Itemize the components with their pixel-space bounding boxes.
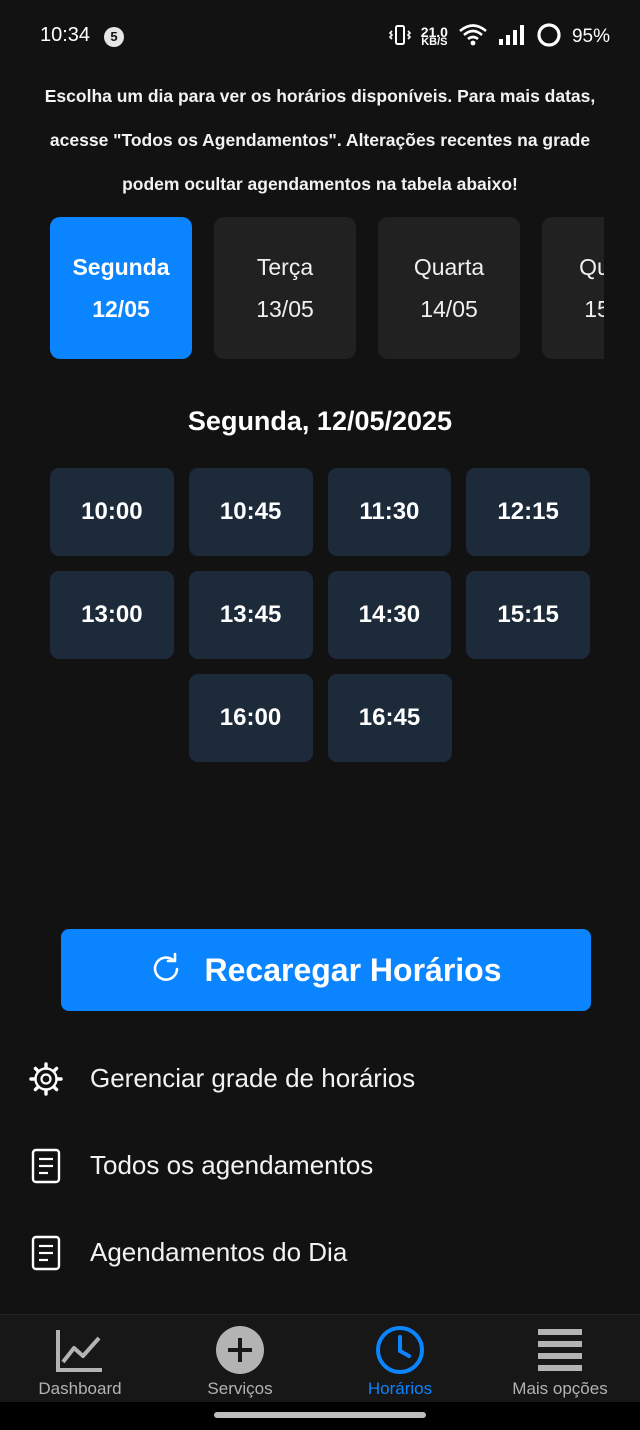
time-slot[interactable]: 13:45 [188, 571, 313, 659]
clock-icon [373, 1325, 427, 1375]
time-slot[interactable]: 12:15 [466, 468, 590, 556]
gear-icon [27, 1060, 65, 1098]
menu-item-label: Agendamentos do Dia [90, 1237, 348, 1267]
net-speed-unit: KB/S [421, 36, 448, 48]
document-icon [27, 1147, 65, 1185]
nav-item-more-options[interactable]: Mais opções [480, 1315, 640, 1403]
menu-item-label: Gerenciar grade de horários [90, 1063, 416, 1093]
menu-item-label: Todos os agendamentos [90, 1150, 374, 1180]
nav-label: Serviços [207, 1379, 273, 1398]
day-name: Terça [256, 254, 314, 280]
document-icon [27, 1234, 65, 1272]
selected-date-title: Segunda, 12/05/2025 [187, 406, 453, 436]
refresh-icon [150, 952, 182, 989]
status-icons: 21.0 KB/S 95% [388, 22, 610, 53]
plus-circle-icon [213, 1325, 267, 1375]
day-card[interactable]: Quarta 14/05 [378, 217, 520, 359]
bottom-navigation: Dashboard Serviços Horários Mais opções [0, 1314, 640, 1403]
reload-schedules-button[interactable]: Recaregar Horários [61, 929, 591, 1011]
net-speed: 21.0 KB/S [421, 25, 448, 48]
time-slot[interactable]: 15:15 [466, 571, 590, 659]
day-name: Segunda [72, 254, 170, 280]
nav-item-services[interactable]: Serviços [160, 1315, 320, 1403]
vibrate-icon [388, 23, 411, 52]
time-slot[interactable]: 16:00 [188, 674, 313, 762]
day-card[interactable]: Quinta 15/05 [542, 217, 604, 359]
reload-button-label: Recaregar Horários [204, 951, 502, 988]
day-card[interactable]: Terça 13/05 [214, 217, 356, 359]
time-slot[interactable]: 10:00 [50, 468, 174, 556]
day-date: 14/05 [420, 296, 478, 322]
time-slot[interactable]: 14:30 [327, 571, 452, 659]
day-date: 12/05 [92, 296, 150, 322]
day-name: Quinta [579, 254, 604, 280]
nav-label: Horários [367, 1379, 433, 1398]
day-date: 15/05 [584, 296, 604, 322]
status-bar: 10:34 5 21.0 KB/S 95% [0, 0, 640, 72]
gesture-area [0, 1402, 640, 1430]
status-time: 10:34 [40, 24, 91, 46]
nav-label: Dashboard [38, 1379, 122, 1398]
battery-percent: 95% [571, 26, 610, 47]
menu-lines-icon [533, 1325, 587, 1375]
options-menu: Gerenciar grade de horários Todos os age… [0, 1035, 640, 1296]
chart-line-icon [53, 1325, 107, 1375]
menu-item-today-appointments[interactable]: Agendamentos do Dia [0, 1209, 640, 1296]
battery-ring-icon [536, 22, 562, 53]
notification-count-badge: 5 [104, 27, 124, 47]
signal-icon [498, 24, 526, 51]
time-slot[interactable]: 13:00 [50, 571, 174, 659]
menu-item-all-appointments[interactable]: Todos os agendamentos [0, 1122, 640, 1209]
wifi-icon [458, 23, 488, 52]
home-gesture-bar[interactable] [214, 1412, 426, 1418]
time-slot[interactable]: 16:45 [327, 674, 452, 762]
nav-item-dashboard[interactable]: Dashboard [0, 1315, 160, 1403]
menu-item-manage-schedule[interactable]: Gerenciar grade de horários [0, 1035, 640, 1122]
time-slot[interactable]: 11:30 [327, 468, 452, 556]
nav-item-schedules[interactable]: Horários [320, 1315, 480, 1403]
time-slot[interactable]: 10:45 [188, 468, 313, 556]
intro-text: Escolha um dia para ver os horários disp… [44, 86, 596, 194]
day-selector[interactable]: Segunda 12/05 Terça 13/05 Quarta 14/05 Q… [50, 217, 604, 359]
nav-label: Mais opções [512, 1379, 608, 1398]
day-name: Quarta [413, 254, 485, 280]
time-slot-grid: 10:00 10:45 11:30 12:15 13:00 13:45 14:3… [50, 468, 590, 777]
day-card[interactable]: Segunda 12/05 [50, 217, 192, 359]
day-date: 13/05 [256, 296, 314, 322]
